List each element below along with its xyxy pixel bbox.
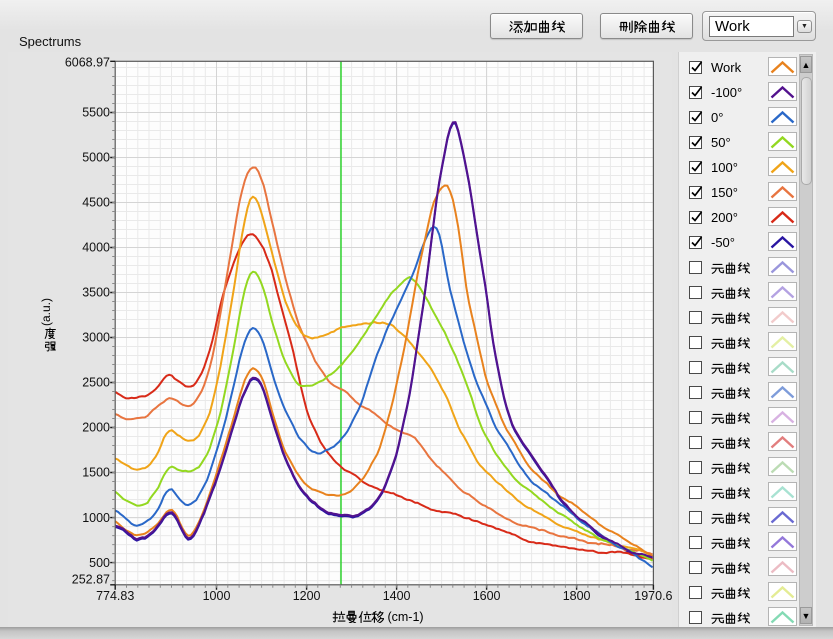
svg-text:1800: 1800 (563, 589, 591, 603)
svg-text:1000: 1000 (203, 589, 231, 603)
svg-text:4500: 4500 (82, 196, 110, 210)
svg-text:1400: 1400 (383, 589, 411, 603)
svg-text:500: 500 (89, 556, 110, 570)
svg-text:5000: 5000 (82, 151, 110, 165)
svg-text:1600: 1600 (473, 589, 501, 603)
svg-text:1200: 1200 (293, 589, 321, 603)
svg-text:3000: 3000 (82, 331, 110, 345)
svg-text:252.87: 252.87 (72, 573, 110, 587)
svg-text:1970.6: 1970.6 (634, 589, 672, 603)
svg-text:2500: 2500 (82, 376, 110, 390)
svg-text:5500: 5500 (82, 106, 110, 120)
svg-text:4000: 4000 (82, 241, 110, 255)
svg-text:1500: 1500 (82, 466, 110, 480)
svg-text:1000: 1000 (82, 511, 110, 525)
svg-text:2000: 2000 (82, 421, 110, 435)
svg-text:774.83: 774.83 (96, 589, 134, 603)
svg-text:6068.97: 6068.97 (65, 55, 110, 69)
svg-text:3500: 3500 (82, 286, 110, 300)
